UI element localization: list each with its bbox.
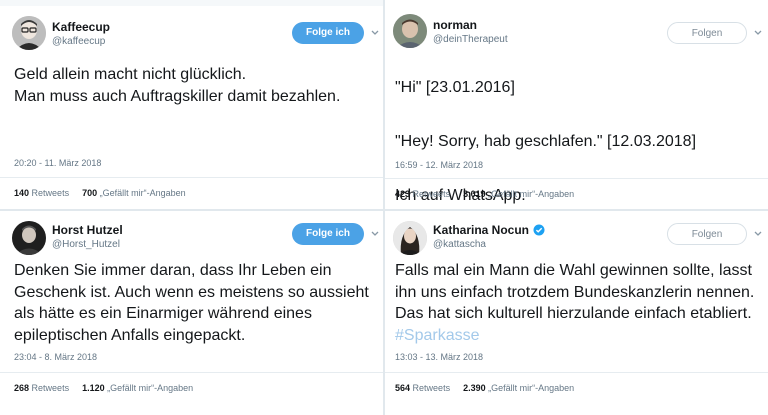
follow-button[interactable]: Folgen [667,223,747,245]
hashtag-link[interactable]: #Sparkasse [395,327,480,344]
divider [385,178,768,179]
verified-badge-icon [533,224,545,236]
retweets-label: Retweets [31,383,70,393]
tweet-text: Denken Sie immer daran, dass Ihr Leben e… [14,262,369,344]
tweet-timestamp[interactable]: 20:20 - 11. März 2018 [14,158,101,168]
retweets-count[interactable]: 268 [14,383,29,393]
horizontal-divider [0,209,768,211]
tweet-timestamp[interactable]: 23:04 - 8. März 2018 [14,352,97,362]
person-glasses-avatar[interactable] [12,16,46,50]
retweets-count[interactable]: 564 [395,383,410,393]
likes-count[interactable]: 3.019 [463,189,486,199]
following-button[interactable]: Folge ich [292,223,364,245]
retweets-label: Retweets [412,383,451,393]
author-name[interactable]: Kaffeecup [52,20,110,34]
retweets-label: Retweets [31,188,70,198]
likes-label: „Gefällt mir“-Angaben [488,383,575,393]
tweet-text: Geld allein macht nicht glücklich. Man m… [14,66,341,105]
likes-label: „Gefällt mir“-Angaben [107,383,194,393]
retweets-count[interactable]: 140 [14,188,29,198]
tweet-stats: 423 Retweets 3.019 „Gefällt mir“-Angaben [395,189,574,199]
tweet-stats: 268 Retweets 1.120 „Gefällt mir“-Angaben [14,383,193,393]
person-woman-avatar[interactable] [393,221,427,255]
chevron-down-icon[interactable] [753,229,763,239]
chevron-down-icon[interactable] [370,28,380,38]
author-name[interactable]: Katharina Nocun [433,223,545,237]
chevron-down-icon[interactable] [753,28,763,38]
retweets-count[interactable]: 423 [395,189,410,199]
tweet-card: Kaffeecup @kaffeecup Folge ich Geld alle… [0,0,383,209]
vertical-divider [383,0,385,415]
retweets-label: Retweets [412,189,451,199]
tweet-card: Horst Hutzel @Horst_Hutzel Folge ich Den… [0,211,383,415]
author-name-text: Katharina Nocun [433,223,530,237]
top-strip [0,0,383,6]
tweet-text-line: "Hi" [23.01.2016] [395,79,515,96]
divider [0,177,383,178]
author-handle[interactable]: @deinTherapeut [433,34,508,45]
person-dark-avatar[interactable] [12,221,46,255]
person-avatar[interactable] [393,14,427,48]
author-handle[interactable]: @kaffeecup [52,36,105,47]
tweet-stats: 564 Retweets 2.390 „Gefällt mir“-Angaben [395,383,574,393]
tweet-timestamp[interactable]: 16:59 - 12. März 2018 [395,160,483,170]
following-button[interactable]: Folge ich [292,22,364,44]
author-name[interactable]: Horst Hutzel [52,223,123,237]
tweet-text-content: Falls mal ein Mann die Wahl gewinnen sol… [395,262,755,322]
likes-label: „Gefällt mir“-Angaben [488,189,575,199]
author-name[interactable]: norman [433,18,477,32]
tweet-grid: Kaffeecup @kaffeecup Folge ich Geld alle… [0,0,768,415]
tweet-text: Falls mal ein Mann die Wahl gewinnen sol… [395,260,761,346]
tweet-card: Katharina Nocun @kattascha Folgen Falls … [385,211,768,415]
tweet-text-line: "Hey! Sorry, hab geschlafen." [12.03.201… [395,133,697,150]
tweet-text: "Hi" [23.01.2016] "Hey! Sorry, hab gesch… [395,58,765,226]
author-handle[interactable]: @Horst_Hutzel [52,239,120,250]
tweet-timestamp[interactable]: 13:03 - 13. März 2018 [395,352,483,362]
chevron-down-icon[interactable] [370,229,380,239]
tweet-stats: 140 Retweets 700 „Gefällt mir“-Angaben [14,188,186,198]
likes-label: „Gefällt mir“-Angaben [99,188,186,198]
likes-count[interactable]: 1.120 [82,383,105,393]
author-handle[interactable]: @kattascha [433,239,486,250]
follow-button[interactable]: Folgen [667,22,747,44]
likes-count[interactable]: 2.390 [463,383,486,393]
divider [0,372,383,373]
likes-count[interactable]: 700 [82,188,97,198]
divider [385,372,768,373]
tweet-card: norman @deinTherapeut Folgen "Hi" [23.01… [385,0,768,209]
